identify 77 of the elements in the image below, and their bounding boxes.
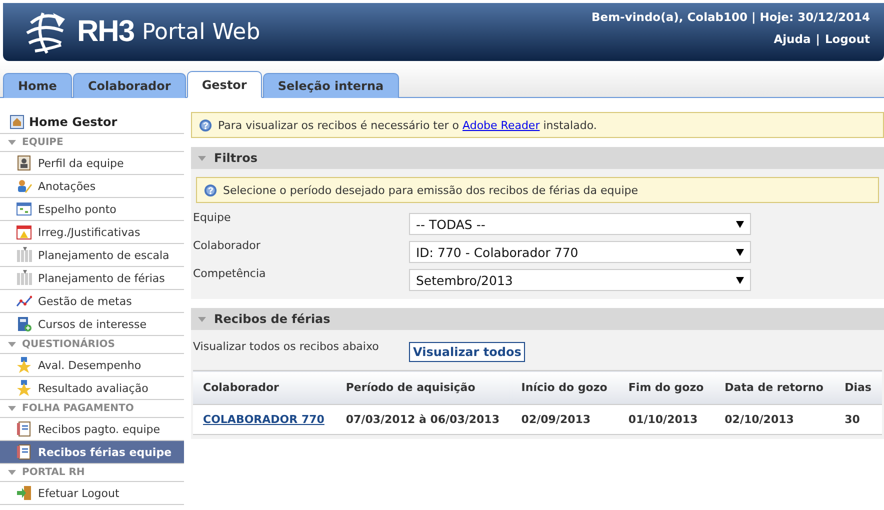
sidebar-item[interactable]: Aval. Desempenho <box>0 354 184 377</box>
collapse-icon[interactable] <box>8 406 16 411</box>
view-all-button[interactable]: Visualizar todos <box>409 342 526 362</box>
employee-link[interactable]: COLABORADOR 770 <box>203 413 324 426</box>
exit-door-icon <box>16 485 32 501</box>
person-pencil-icon <box>16 178 32 194</box>
collapse-icon[interactable] <box>8 140 16 145</box>
sidebar-section-title: PORTAL RH <box>22 467 85 478</box>
section-header[interactable]: Filtros <box>191 147 884 169</box>
sidebar-section-title: QUESTIONÁRIOS <box>22 339 115 350</box>
table-cell: 01/10/2013 <box>628 413 698 426</box>
logo-wordmark: RH3 <box>77 15 134 49</box>
column-header: Início do gozo <box>511 370 618 404</box>
header-link[interactable]: Logout <box>824 32 870 46</box>
bar-chart-icon <box>16 270 32 286</box>
sidebar-item[interactable]: Planejamento de férias <box>0 267 184 290</box>
notice-text: Selecione o período desejado para emissão dos recibos de férias da equipe <box>223 184 638 196</box>
field-label: Colaborador <box>192 239 262 252</box>
column-header: Data de retorno <box>714 370 835 404</box>
table-cell: 02/10/2013 <box>724 413 794 426</box>
dropdown-arrow-icon <box>736 220 744 228</box>
book-plus-icon <box>16 316 32 332</box>
profile-card-icon <box>16 155 32 171</box>
notice-text: Para visualizar os recibos é necessário ter o Adobe Reader instalado. <box>218 118 597 132</box>
nav-tab[interactable]: Home <box>3 73 72 98</box>
adobe-reader-link[interactable]: Adobe Reader <box>462 118 540 132</box>
sidebar-item[interactable]: Gestão de metas <box>0 290 184 313</box>
logo-subtitle: Portal Web <box>142 20 260 44</box>
dropdown-field[interactable]: ID: 770 - Colaborador 770 <box>409 241 751 263</box>
sidebar-item[interactable]: Planejamento de escala <box>0 244 184 267</box>
column-header: Dias <box>834 370 882 404</box>
nav-tab[interactable]: Gestor <box>186 71 262 98</box>
dropdown-field[interactable]: Setembro/2013 <box>409 269 751 291</box>
star-medal-icon <box>16 357 32 373</box>
collapse-icon <box>198 156 206 160</box>
sidebar-section-title: EQUIPE <box>22 137 64 148</box>
house-icon <box>10 115 24 129</box>
dropdown-arrow-icon <box>736 276 744 284</box>
help-icon <box>204 184 217 196</box>
field-label: Competência <box>192 267 267 280</box>
dropdown-arrow-icon <box>736 248 744 256</box>
welcome-text: Bem-vindo(a), Colab100 | Hoje: 30/12/2014 <box>592 10 870 24</box>
section-header[interactable]: Recibos de férias <box>191 308 884 330</box>
document-icon <box>16 421 32 437</box>
sidebar-home-link[interactable]: Home Gestor <box>29 115 118 129</box>
dropdown-field[interactable]: -- TODAS -- <box>409 213 751 235</box>
sidebar-item[interactable]: Resultado avaliação <box>0 377 184 400</box>
nav-tab[interactable]: Colaborador <box>72 73 186 98</box>
bar-chart-icon <box>16 247 32 263</box>
document-icon <box>16 444 32 460</box>
view-all-text: Visualizar todos os recibos abaixo <box>192 340 380 353</box>
separator: | <box>816 32 820 46</box>
sidebar-item[interactable]: Anotações <box>0 175 184 198</box>
column-header: Fim do gozo <box>618 370 715 404</box>
sidebar-section-title: FOLHA PAGAMENTO <box>22 403 134 414</box>
help-icon <box>199 118 212 132</box>
column-header: Período de aquisição <box>336 370 512 404</box>
table-cell: 30 <box>844 413 860 426</box>
table-icon <box>16 201 32 217</box>
sidebar-item[interactable]: Espelho ponto <box>0 198 184 221</box>
nav-tab[interactable]: Seleção interna <box>262 73 399 98</box>
star-medal-icon <box>16 380 32 396</box>
sidebar-item[interactable]: Irreg./Justificativas <box>0 221 184 244</box>
column-header: Colaborador <box>193 370 336 404</box>
calendar-warning-icon <box>16 224 32 240</box>
collapse-icon[interactable] <box>8 470 16 475</box>
collapse-icon[interactable] <box>8 342 16 347</box>
sidebar-item[interactable]: Perfil da equipe <box>0 152 184 175</box>
sidebar-item[interactable]: Cursos de interesse <box>0 313 184 336</box>
collapse-icon <box>198 316 206 322</box>
field-label: Equipe <box>192 211 232 224</box>
sidebar-item[interactable]: Recibos férias equipe <box>0 441 184 464</box>
line-chart-icon <box>16 293 32 309</box>
sidebar-item[interactable]: Efetuar Logout <box>0 482 184 505</box>
header-link[interactable]: Ajuda <box>774 32 811 46</box>
table-cell: 02/09/2013 <box>521 413 591 426</box>
table-cell: 07/03/2012 à 06/03/2013 <box>346 413 500 426</box>
